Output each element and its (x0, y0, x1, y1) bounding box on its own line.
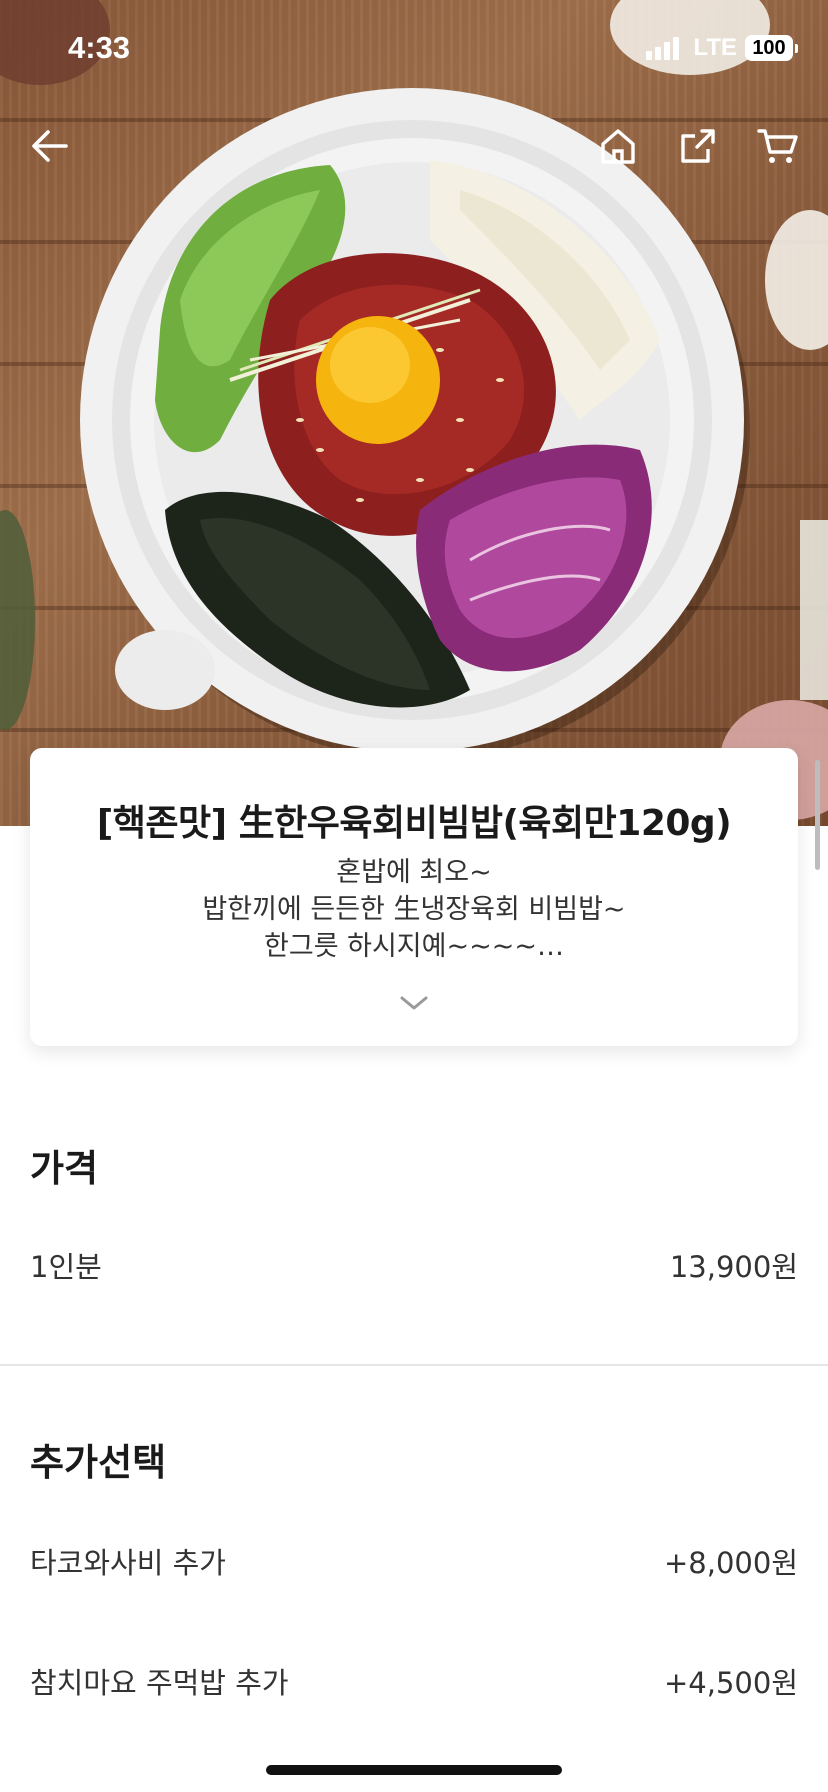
option-label: 참치마요 주먹밥 추가 (30, 1666, 289, 1700)
description-line: 밥한끼에 든든한 生냉장육회 비빔밥~ (202, 894, 626, 925)
price-section-title: 가격 (30, 1147, 99, 1190)
arrow-left-icon (32, 130, 68, 162)
status-time: 4:33 (68, 30, 131, 65)
home-icon (601, 129, 635, 164)
chevron-down-icon (400, 996, 428, 1010)
product-description: 혼밥에 최오~ 밥한끼에 든든한 生냉장육회 비빔밥~ 한그릇 하시지예~~~~… (30, 854, 798, 965)
description-line: 혼밥에 최오~ (336, 857, 492, 888)
section-divider (0, 1364, 828, 1366)
status-indicators: LTE 100 (646, 34, 798, 62)
option-row-tunamayo[interactable]: 참치마요 주먹밥 추가 +4,500원 (30, 1660, 798, 1702)
cart-icon (757, 129, 798, 163)
cart-button[interactable] (750, 118, 806, 174)
option-label: 타코와사비 추가 (30, 1546, 226, 1580)
price-row-label: 1인분 (30, 1250, 102, 1284)
share-button[interactable] (670, 118, 726, 174)
options-section-title: 추가선택 (30, 1441, 167, 1484)
back-button[interactable] (22, 118, 78, 174)
scrollbar[interactable] (815, 760, 820, 870)
share-icon (681, 129, 715, 163)
signal-icon (646, 36, 680, 60)
option-row-takowasabi[interactable]: 타코와사비 추가 +8,000원 (30, 1540, 798, 1582)
expand-description-button[interactable] (394, 988, 434, 1018)
product-title: [핵존맛] 生한우육회비빔밥(육회만120g) (96, 803, 732, 844)
battery-icon: 100 (745, 35, 798, 61)
option-price: +8,000원 (664, 1546, 798, 1580)
product-info-card: [핵존맛] 生한우육회비빔밥(육회만120g) 혼밥에 최오~ 밥한끼에 든든한… (30, 748, 798, 1046)
status-bar: 4:33 LTE 100 (0, 0, 828, 100)
home-button[interactable] (590, 118, 646, 174)
price-row-value: 13,900원 (669, 1250, 798, 1284)
option-price: +4,500원 (664, 1666, 798, 1700)
price-row[interactable]: 1인분 13,900원 (30, 1244, 798, 1286)
battery-level: 100 (745, 35, 793, 61)
description-line: 한그릇 하시지예~~~~… (264, 931, 564, 962)
home-indicator[interactable] (266, 1765, 562, 1775)
network-label: LTE (693, 34, 737, 61)
